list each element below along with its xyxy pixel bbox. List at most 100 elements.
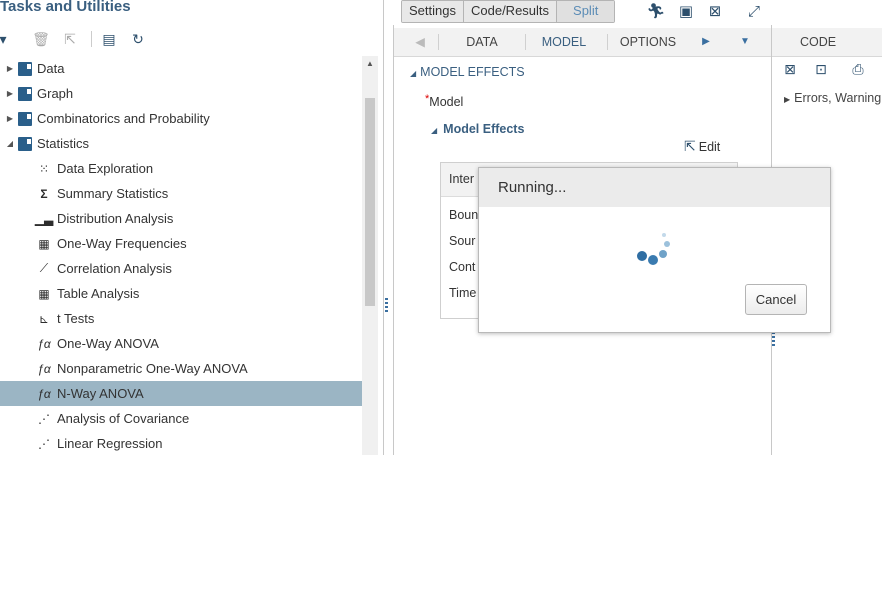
tree-item-label: Linear Regression [57,436,163,451]
anova-icon: ƒα [37,386,51,401]
tree-item-nonparametric-anova[interactable]: ƒα Nonparametric One-Way ANOVA [0,356,362,381]
tree-item-label: Summary Statistics [57,186,169,201]
properties-icon[interactable]: ▤ [100,30,118,48]
refresh-icon[interactable]: ↻ [129,30,147,48]
section-heading-label: MODEL EFFECTS [420,65,525,79]
tab-code[interactable]: CODE [800,28,836,56]
tree-item-label: One-Way ANOVA [57,336,159,351]
open-icon[interactable]: ⇱ [61,30,79,48]
task-toolbar: Settings Code/Results Split 🏃︎ ▣ ⊠ ⤢ [392,0,882,23]
tree-item-label: One-Way Frequencies [57,236,187,251]
table-icon: ▦ [38,286,50,301]
tab-divider [607,34,608,50]
errors-warnings-toggle[interactable]: ▶ Errors, Warning [784,91,881,105]
collapse-arrow-icon[interactable]: ◢ [410,69,416,78]
tree-item-analysis-of-covariance[interactable]: ⋰ Analysis of Covariance [0,406,362,431]
panel-splitter[interactable] [385,298,388,314]
tree-item-correlation-analysis[interactable]: ⟋ Correlation Analysis [0,256,362,281]
tab-menu-dropdown-icon[interactable]: ▼ [738,28,752,56]
model-label-text: Model [429,95,464,109]
collapse-arrow-icon[interactable]: ◢ [431,126,437,135]
code-results-tab-button[interactable]: Code/Results [463,1,558,22]
settings-tabs: ◀ DATA MODEL OPTIONS ▶ ▼ [394,28,772,57]
task-tree: ▶ Data ▶ Graph ▶ Combinatorics and Proba… [0,56,362,455]
panel-splitter[interactable] [772,332,775,346]
split-tab-button[interactable]: Split [557,1,615,22]
tree-item-label: Table Analysis [57,286,140,301]
model-effects-section-header[interactable]: ◢ MODEL EFFECTS [410,65,525,79]
tree-item-one-way-anova[interactable]: ƒα One-Way ANOVA [0,331,362,356]
tree-item-summary-statistics[interactable]: Σ Summary Statistics [0,181,362,206]
anova-icon: ƒα [37,336,51,351]
scroll-up-icon[interactable]: ▲ [362,56,378,72]
tab-scroll-right-icon[interactable]: ▶ [700,28,712,56]
new-task-dropdown-icon[interactable]: ▾ [0,30,12,48]
code-settings-icon[interactable]: ⊡ [811,59,831,79]
settings-tab-button[interactable]: Settings [402,1,464,22]
sas-studio-window: Tasks and Utilities ▾ 🗑 ⇱ ▤ ↻ ▶ Data ▶ G… [0,0,882,455]
tree-item-statistics[interactable]: ◢ Statistics [0,131,362,156]
tab-divider [525,34,526,50]
save-as-icon[interactable]: ⊠ [705,1,725,21]
tree-item-combinatorics[interactable]: ▶ Combinatorics and Probability [0,106,362,131]
expand-arrow-icon[interactable]: ▶ [5,64,15,73]
scatter-icon: ⋰ [38,411,50,426]
edit-code-icon[interactable]: ⊠ [780,59,800,79]
edit-button[interactable]: ⇱ Edit [684,138,720,155]
table-row[interactable]: Time [449,286,476,300]
dialog-title: Running... [498,179,567,196]
tree-scrollbar[interactable]: ▲ [362,56,378,455]
tasks-panel: Tasks and Utilities ▾ 🗑 ⇱ ▤ ↻ ▶ Data ▶ G… [0,0,384,455]
tree-item-n-way-anova[interactable]: ƒα N-Way ANOVA [0,381,362,406]
delete-icon[interactable]: 🗑 [32,30,50,48]
tab-options[interactable]: OPTIONS [612,28,684,56]
model-effects-subheader[interactable]: ◢ Model Effects [431,122,524,136]
ttest-icon: ⊾ [38,311,50,326]
expand-arrow-icon[interactable]: ▶ [5,89,15,98]
tree-item-label: N-Way ANOVA [57,386,144,401]
tab-scroll-left-icon[interactable]: ◀ [414,28,426,56]
view-switcher: Settings Code/Results Split [401,0,616,23]
line-chart-icon: ⟋ [39,261,49,275]
tree-item-data-exploration[interactable]: ⁙ Data Exploration [0,156,362,181]
scrollbar-thumb[interactable] [365,98,375,306]
tree-item-label: Combinatorics and Probability [37,111,210,126]
table-row[interactable]: Boun [449,208,478,222]
cancel-button[interactable]: Cancel [745,284,807,315]
table-header-cell: Inter [449,172,475,186]
tab-model[interactable]: MODEL [530,28,598,56]
tab-data[interactable]: DATA [444,28,520,56]
run-icon[interactable]: 🏃︎ [646,1,666,21]
table-row[interactable]: Cont [449,260,475,274]
model-effects-heading-label: Model Effects [443,122,525,136]
sigma-icon: Σ [40,186,48,201]
tree-item-label: Data [37,61,65,76]
required-marker: * [425,93,430,105]
tree-item-data[interactable]: ▶ Data [0,56,362,81]
folder-icon [18,86,32,101]
tree-item-graph[interactable]: ▶ Graph [0,81,362,106]
edit-label: Edit [698,139,721,154]
tree-item-label: t Tests [57,311,95,326]
tree-item-distribution-analysis[interactable]: ▁▃ Distribution Analysis [0,206,362,231]
collapse-arrow-icon[interactable]: ◢ [5,139,15,148]
scatter-icon: ⋰ [38,436,50,451]
tab-divider [438,34,439,50]
tree-item-label: Statistics [37,136,90,151]
loading-spinner-icon [634,228,674,268]
expand-arrow-icon[interactable]: ▶ [5,114,15,123]
tree-item-linear-regression[interactable]: ⋰ Linear Regression [0,431,362,455]
panel-title: Tasks and Utilities [0,0,131,15]
table-row[interactable]: Sour [449,234,475,248]
tree-item-table-analysis[interactable]: ▦ Table Analysis [0,281,362,306]
tree-item-one-way-frequencies[interactable]: ▦ One-Way Frequencies [0,231,362,256]
save-icon[interactable]: ▣ [676,1,696,21]
print-icon[interactable]: ⎙ [848,59,868,79]
folder-icon [18,61,32,76]
model-label: *Model [425,93,464,109]
running-dialog: Running... Cancel [478,167,831,333]
tree-item-t-tests[interactable]: ⊾ t Tests [0,306,362,331]
toolbar-divider [91,31,92,47]
maximize-icon[interactable]: ⤢ [744,1,764,21]
expand-arrow-icon[interactable]: ▶ [784,95,790,104]
